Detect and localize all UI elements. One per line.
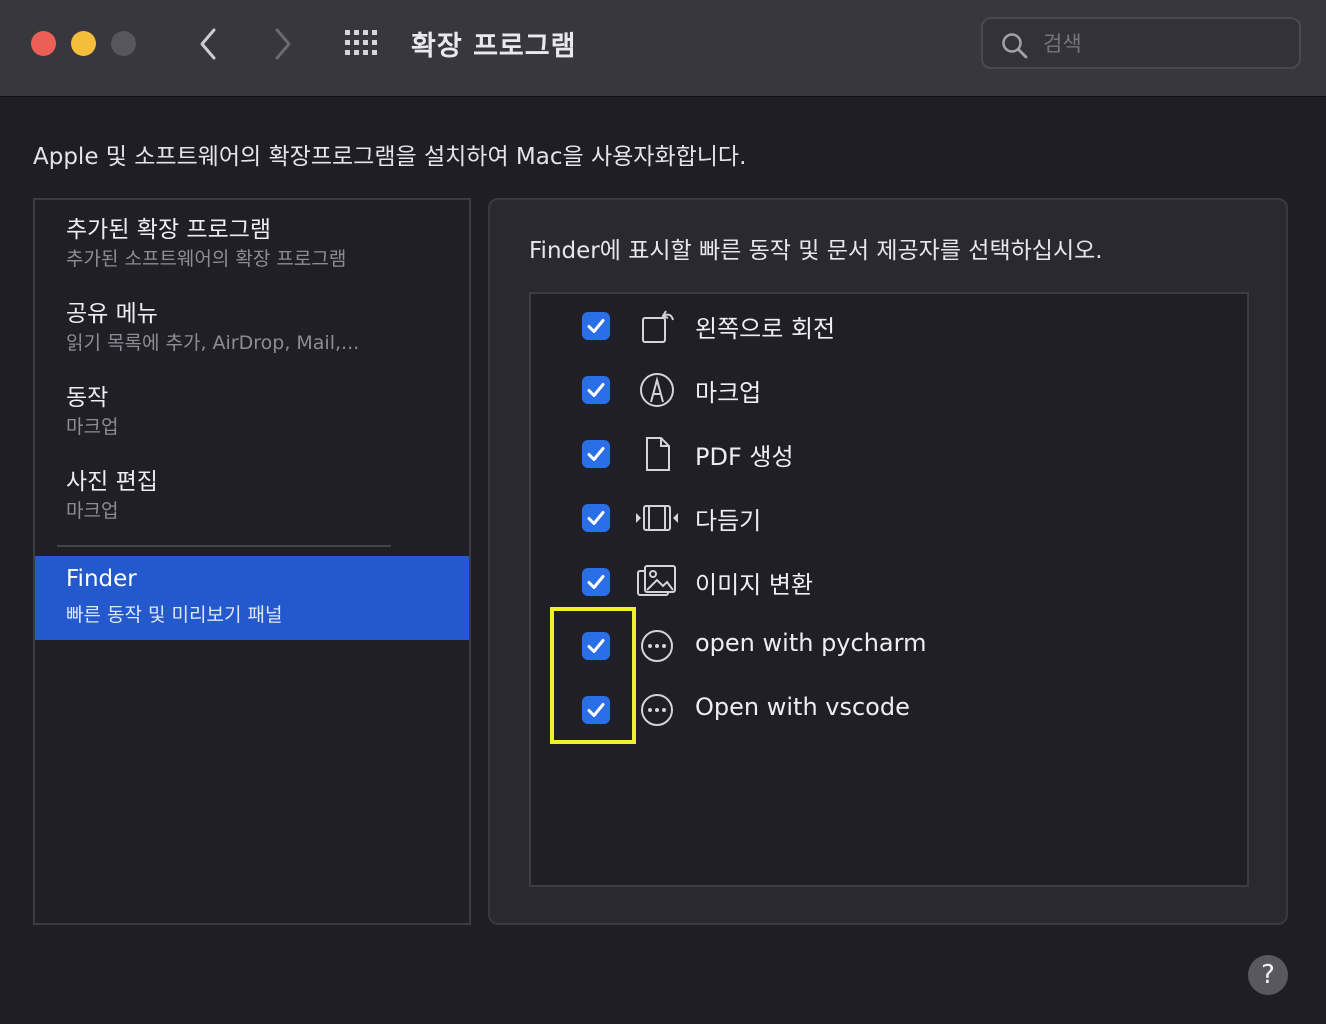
extension-checkbox[interactable] [582, 312, 610, 340]
extension-label: Open with vscode [695, 693, 910, 721]
back-button[interactable] [188, 22, 228, 66]
markup-icon [635, 370, 679, 410]
extension-label: PDF 생성 [695, 443, 794, 471]
sidebar-item-subtitle: 마크업 [66, 500, 119, 522]
finder-extensions-panel: Finder에 표시할 빠른 동작 및 문서 제공자를 선택하십시오. 왼쪽으로… [488, 198, 1288, 925]
more-icon [635, 690, 679, 730]
sidebar-item-actions[interactable]: 동작 마크업 [35, 368, 469, 452]
sidebar-item-title: 공유 메뉴 [66, 301, 158, 327]
list-item: 마크업 [531, 358, 1247, 422]
checkmark-icon [587, 511, 605, 525]
grid-icon [345, 30, 377, 55]
forward-button[interactable] [263, 22, 303, 66]
checkmark-icon [587, 447, 605, 461]
checkmark-icon [587, 575, 605, 589]
checkmark-icon [587, 319, 605, 333]
extensions-sidebar: 추가된 확장 프로그램 추가된 소프트웨어의 확장 프로그램 공유 메뉴 읽기 … [33, 198, 471, 925]
sidebar-item-finder[interactable]: Finder 빠른 동작 및 미리보기 패널 [35, 556, 469, 640]
sidebar-item-share-menu[interactable]: 공유 메뉴 읽기 목록에 추가, AirDrop, Mail,... [35, 284, 469, 368]
checkmark-icon [587, 383, 605, 397]
rotate-left-icon [635, 306, 679, 346]
extension-checkbox[interactable] [582, 376, 610, 404]
more-icon [635, 626, 679, 666]
extension-label: 다듬기 [695, 507, 762, 535]
chevron-left-icon [200, 28, 216, 60]
sidebar-item-added-extensions[interactable]: 추가된 확장 프로그램 추가된 소프트웨어의 확장 프로그램 [35, 200, 469, 284]
extension-checkbox[interactable] [582, 568, 610, 596]
extension-label: 왼쪽으로 회전 [695, 315, 836, 343]
list-item: Open with vscode [531, 678, 1247, 742]
sidebar-item-photos-editing[interactable]: 사진 편집 마크업 [35, 452, 469, 536]
search-input[interactable] [1041, 27, 1285, 61]
extension-checkbox[interactable] [582, 504, 610, 532]
list-item: 이미지 변환 [531, 550, 1247, 614]
sidebar-item-subtitle: 마크업 [66, 416, 119, 438]
sidebar-item-title: 사진 편집 [66, 469, 158, 495]
sidebar-divider [57, 545, 391, 547]
document-icon [635, 434, 679, 474]
panel-description: Finder에 표시할 빠른 동작 및 문서 제공자를 선택하십시오. [529, 238, 1103, 264]
extension-label: open with pycharm [695, 629, 927, 657]
extension-label: 이미지 변환 [695, 571, 814, 599]
list-item: PDF 생성 [531, 422, 1247, 486]
trim-icon [635, 498, 679, 538]
close-window-button[interactable] [31, 31, 56, 56]
list-item: 다듬기 [531, 486, 1247, 550]
zoom-window-button[interactable] [111, 31, 136, 56]
minimize-window-button[interactable] [71, 31, 96, 56]
sidebar-item-subtitle: 빠른 동작 및 미리보기 패널 [66, 604, 283, 626]
search-icon [1002, 33, 1028, 59]
extensions-list: 왼쪽으로 회전 마크업 PDF 생성 다듬기 이미지 변환 open with … [529, 292, 1249, 887]
window-title: 확장 프로그램 [411, 31, 577, 62]
sidebar-item-title: Finder [66, 566, 137, 592]
title-bar: 확장 프로그램 [0, 0, 1326, 97]
photos-icon [635, 562, 679, 602]
highlight-box [550, 607, 636, 744]
search-field[interactable] [981, 17, 1301, 69]
list-item: 왼쪽으로 회전 [531, 294, 1247, 358]
sidebar-item-title: 추가된 확장 프로그램 [66, 217, 272, 243]
sidebar-item-subtitle: 추가된 소프트웨어의 확장 프로그램 [66, 248, 347, 270]
pane-description: Apple 및 소프트웨어의 확장프로그램을 설치하여 Mac을 사용자화합니다… [33, 144, 747, 170]
chevron-right-icon [275, 28, 291, 60]
help-button[interactable]: ? [1248, 955, 1288, 995]
extension-checkbox[interactable] [582, 440, 610, 468]
list-item: open with pycharm [531, 614, 1247, 678]
sidebar-item-title: 동작 [66, 385, 109, 411]
sidebar-item-subtitle: 읽기 목록에 추가, AirDrop, Mail,... [66, 332, 360, 354]
show-all-button[interactable] [343, 27, 383, 59]
extension-label: 마크업 [695, 379, 762, 407]
